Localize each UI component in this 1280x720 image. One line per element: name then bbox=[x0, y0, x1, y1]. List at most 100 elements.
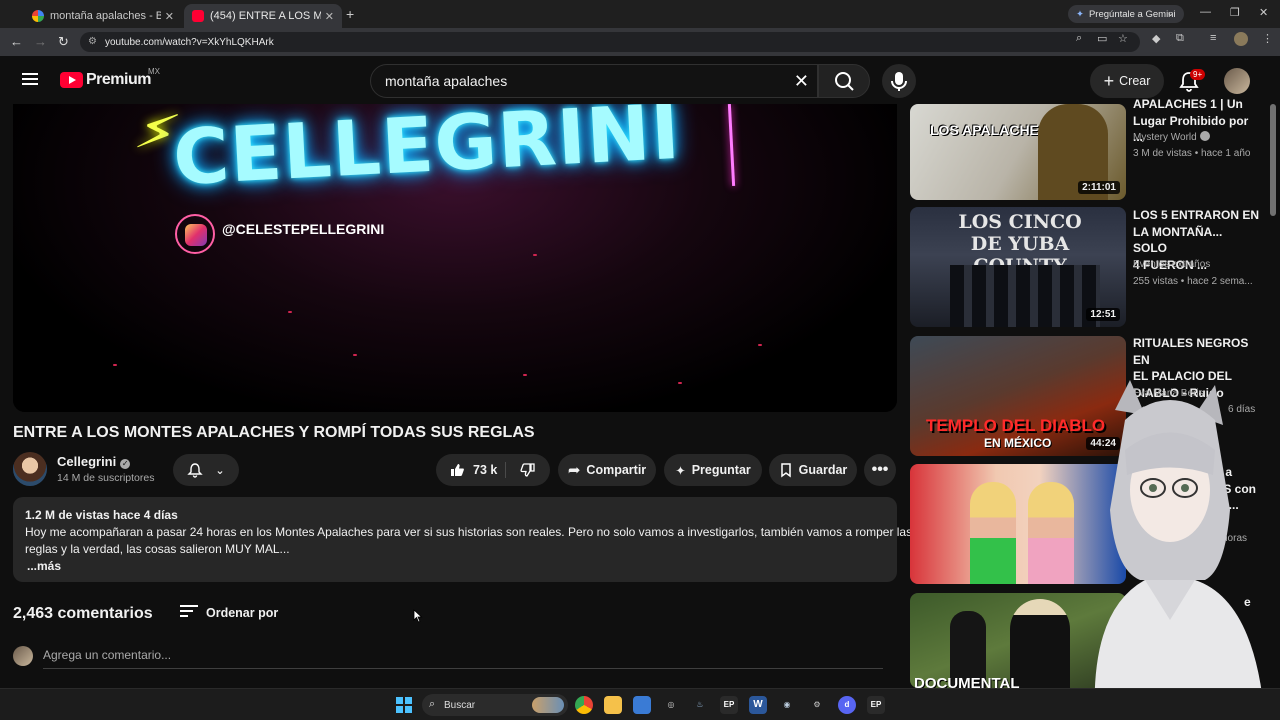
tab-search-icon[interactable]: ⌄ bbox=[1166, 6, 1175, 19]
restore-icon[interactable]: ❐ bbox=[1230, 6, 1240, 19]
title-line: LA MONTAÑA... SOLO bbox=[1133, 224, 1223, 256]
description-text-line: Hoy me acompañaran a pasar 24 horas en l… bbox=[25, 525, 913, 539]
new-tab-icon[interactable]: + bbox=[346, 6, 354, 22]
like-count[interactable]: 73 k bbox=[473, 463, 497, 477]
mouse-cursor-icon bbox=[413, 609, 423, 623]
voice-search-button[interactable] bbox=[882, 64, 916, 98]
thumbnail-text: LOS APALACHES bbox=[930, 122, 1049, 138]
tab-title: (454) ENTRE A LOS MONTES AP bbox=[210, 10, 321, 22]
minimize-icon[interactable]: — bbox=[1200, 6, 1211, 18]
more-actions-button[interactable]: ••• bbox=[864, 454, 896, 486]
create-button[interactable]: + Crear bbox=[1090, 64, 1164, 98]
sort-comments-button[interactable]: Ordenar por bbox=[180, 605, 278, 620]
puzzle-icon[interactable]: ⧉ bbox=[1176, 32, 1184, 45]
save-button[interactable]: Guardar bbox=[769, 454, 857, 486]
video-player[interactable]: ⚡ CELLEGRINI @CELESTEPELLEGRINI bbox=[13, 104, 897, 412]
vtube-studio-icon[interactable]: ◉ bbox=[778, 696, 796, 714]
back-icon[interactable]: ← bbox=[10, 34, 23, 49]
channel-avatar[interactable] bbox=[13, 452, 47, 486]
show-more-link[interactable]: ...más bbox=[27, 558, 885, 575]
windows-taskbar: ⌕ Buscar ◎ ♨ EP W ◉ ⚙ d EP bbox=[0, 688, 1280, 720]
obs-icon[interactable]: ◎ bbox=[662, 696, 680, 714]
like-thumb-icon[interactable] bbox=[449, 462, 465, 478]
subscribed-notifications-button[interactable]: ⌄ bbox=[173, 454, 239, 486]
extension-icon[interactable]: ◆ bbox=[1152, 32, 1160, 45]
epic-launcher-icon[interactable]: EP bbox=[867, 696, 885, 714]
ember-particle bbox=[353, 354, 357, 356]
windows-start-icon[interactable] bbox=[396, 697, 412, 713]
chrome-taskbar-icon[interactable] bbox=[575, 696, 593, 714]
comments-count: 2,463 comentarios bbox=[13, 605, 153, 622]
description-box[interactable]: 1.2 M de vistas hace 4 días Hoy me acomp… bbox=[13, 497, 913, 582]
share-button[interactable]: ➦ Compartir bbox=[558, 454, 656, 486]
thumbnail-person bbox=[970, 482, 1016, 584]
channel-text: Mystery World bbox=[1133, 132, 1197, 143]
more-vertical-icon[interactable]: ⋮ bbox=[1262, 32, 1273, 45]
close-tab-icon[interactable]: ✕ bbox=[325, 10, 334, 23]
channel-name[interactable]: Cellegrini ✓ bbox=[57, 454, 131, 469]
youtube-header: Premium MX montaña apalaches ✕ + Crear 9… bbox=[0, 56, 1280, 104]
zoom-icon[interactable]: ⌕ bbox=[1076, 32, 1082, 45]
ember-particle bbox=[523, 374, 527, 376]
search-icon bbox=[835, 72, 854, 91]
title-line: RITUALES NEGROS EN bbox=[1133, 336, 1249, 367]
thumbnail-text: DOCUMENTAL bbox=[914, 675, 1020, 688]
word-icon[interactable]: W bbox=[749, 696, 767, 714]
youtube-premium-logo[interactable]: Premium MX bbox=[60, 67, 160, 89]
url-text: youtube.com/watch?v=XkYhLQKHArk bbox=[105, 36, 274, 48]
youtube-play-icon bbox=[60, 72, 83, 88]
instagram-handle: @CELESTEPELLEGRINI bbox=[222, 221, 385, 237]
forward-icon[interactable]: → bbox=[34, 34, 47, 49]
scrollbar-thumb[interactable] bbox=[1270, 104, 1276, 216]
browser-tab-strip: montaña apalaches - Buscar co ✕ (454) EN… bbox=[0, 0, 1280, 28]
sparkle-icon: ✦ bbox=[675, 463, 686, 478]
ember-particle bbox=[678, 382, 682, 384]
browser-toolbar: ← → ↻ ⚙ youtube.com/watch?v=XkYhLQKHArk … bbox=[0, 28, 1280, 56]
verified-check-icon: ✓ bbox=[120, 459, 131, 469]
related-channel[interactable]: Mystery World bbox=[1133, 131, 1210, 143]
search-button[interactable] bbox=[818, 64, 870, 98]
site-info-icon[interactable]: ⚙ bbox=[88, 36, 97, 47]
like-dislike-group: 73 k bbox=[436, 454, 550, 486]
reload-icon[interactable]: ↻ bbox=[58, 34, 69, 50]
save-label: Guardar bbox=[798, 463, 848, 477]
steam-icon[interactable]: ♨ bbox=[691, 696, 709, 714]
ask-button[interactable]: ✦ Preguntar bbox=[664, 454, 762, 486]
bookmark-star-icon[interactable]: ☆ bbox=[1118, 32, 1128, 45]
clear-search-icon[interactable]: ✕ bbox=[794, 71, 809, 92]
related-thumbnail[interactable]: LOS CINCO DE YUBA COUNTY 12:51 bbox=[910, 207, 1126, 327]
cast-icon[interactable]: ▭ bbox=[1097, 32, 1107, 45]
thumbnail-text: TEMPLO DEL DIABLO bbox=[926, 416, 1106, 435]
reading-list-icon[interactable]: ≡ bbox=[1210, 32, 1216, 44]
related-thumbnail[interactable]: LOS APALACHES 2:11:01 bbox=[910, 104, 1126, 200]
taskbar-search-label: Buscar bbox=[444, 699, 476, 711]
plus-icon: + bbox=[1103, 70, 1115, 91]
related-meta: 255 vistas • hace 2 sema... bbox=[1133, 276, 1253, 287]
store-icon[interactable] bbox=[633, 696, 651, 714]
thumbnail-subtext: EN MÉXICO bbox=[984, 436, 1052, 450]
sort-icon bbox=[180, 605, 198, 620]
related-channel[interactable]: Eventos extraños bbox=[1133, 259, 1210, 270]
search-query: montaña apalaches bbox=[385, 73, 508, 89]
microphone-icon bbox=[891, 72, 907, 91]
divider bbox=[505, 462, 506, 478]
close-window-icon[interactable]: ✕ bbox=[1259, 6, 1268, 19]
file-explorer-icon[interactable] bbox=[604, 696, 622, 714]
region-code: MX bbox=[148, 67, 160, 76]
dislike-thumb-icon[interactable] bbox=[520, 462, 536, 478]
search-input[interactable]: montaña apalaches ✕ bbox=[370, 64, 818, 98]
logo-text: Premium bbox=[86, 71, 151, 88]
add-comment-input[interactable]: Agrega un comentario... bbox=[43, 648, 883, 669]
account-avatar[interactable] bbox=[1224, 68, 1250, 94]
address-bar[interactable]: ⚙ youtube.com/watch?v=XkYhLQKHArk bbox=[80, 32, 1140, 52]
vtuber-avatar-overlay bbox=[1094, 380, 1265, 720]
browser-tab-active[interactable]: (454) ENTRE A LOS MONTES AP ✕ bbox=[184, 4, 342, 28]
hamburger-menu-icon[interactable] bbox=[22, 73, 38, 85]
browser-tab[interactable]: montaña apalaches - Buscar co ✕ bbox=[24, 4, 182, 28]
close-tab-icon[interactable]: ✕ bbox=[165, 10, 174, 23]
epic-games-icon[interactable]: EP bbox=[720, 696, 738, 714]
taskbar-search[interactable]: ⌕ Buscar bbox=[422, 694, 568, 716]
discord-icon[interactable]: d bbox=[838, 696, 856, 714]
settings-gear-icon[interactable]: ⚙ bbox=[808, 696, 826, 714]
profile-icon[interactable] bbox=[1234, 32, 1248, 46]
